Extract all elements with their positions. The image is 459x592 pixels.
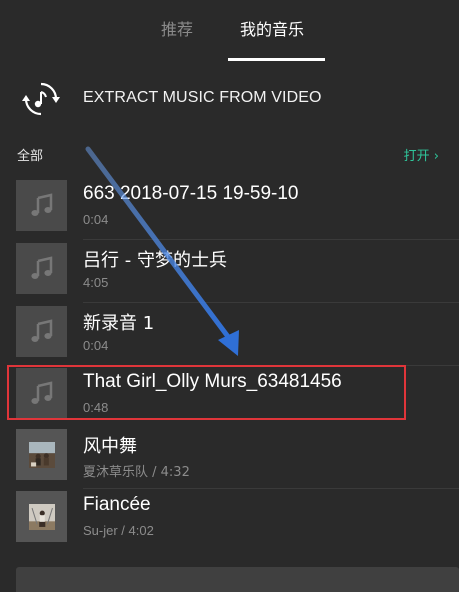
- music-note-icon: [30, 255, 52, 279]
- music-note-icon: [30, 318, 52, 342]
- top-tab-bar: 推荐 我的音乐: [0, 0, 459, 61]
- music-note-icon: [30, 192, 52, 216]
- track-artist-duration: Su-jer / 4:02: [83, 523, 154, 538]
- open-button[interactable]: 打开 ›: [404, 145, 439, 164]
- tab-my-music[interactable]: 我的音乐: [240, 19, 304, 41]
- album-cover-art: [28, 441, 55, 468]
- album-cover: [16, 491, 67, 542]
- track-title: 新录音 1: [83, 313, 155, 334]
- track-title: Fiancée: [83, 494, 151, 515]
- music-list-header: 全部 打开 ›: [0, 142, 459, 168]
- track-thumbnail: [16, 180, 67, 231]
- track-row[interactable]: Fiancée Su-jer / 4:02: [0, 491, 459, 553]
- album-cover-art: [28, 503, 55, 530]
- extract-music-from-video-row[interactable]: EXTRACT MUSIC FROM VIDEO: [0, 70, 459, 130]
- track-thumbnail: [16, 243, 67, 294]
- row-divider: [83, 302, 459, 303]
- track-row[interactable]: 风中舞 夏沐草乐队 / 4:32: [0, 429, 459, 491]
- tab-recommend[interactable]: 推荐: [161, 19, 193, 41]
- track-title: 风中舞: [83, 436, 137, 457]
- track-duration: 0:04: [83, 338, 109, 353]
- track-thumbnail: [16, 306, 67, 357]
- track-duration: 4:05: [83, 275, 109, 290]
- track-title: 663 2018-07-15 19-59-10: [83, 183, 299, 204]
- track-title: 吕行 - 守梦的士兵: [83, 250, 227, 271]
- track-row[interactable]: 新录音 1 0:04: [0, 306, 459, 368]
- track-artist-duration: 夏沐草乐队 / 4:32: [83, 465, 190, 480]
- bottom-panel: [16, 567, 459, 592]
- all-label: 全部: [17, 149, 44, 164]
- extract-music-label: EXTRACT MUSIC FROM VIDEO: [83, 89, 322, 106]
- track-duration: 0:04: [83, 212, 109, 227]
- extract-music-icon: [22, 82, 60, 116]
- row-divider: [83, 239, 459, 240]
- active-tab-indicator: [228, 58, 325, 61]
- row-divider: [83, 488, 459, 489]
- highlight-annotation-box: [7, 365, 406, 420]
- track-row[interactable]: 663 2018-07-15 19-59-10 0:04: [0, 180, 459, 242]
- album-cover: [16, 429, 67, 480]
- track-row[interactable]: 吕行 - 守梦的士兵 4:05: [0, 243, 459, 305]
